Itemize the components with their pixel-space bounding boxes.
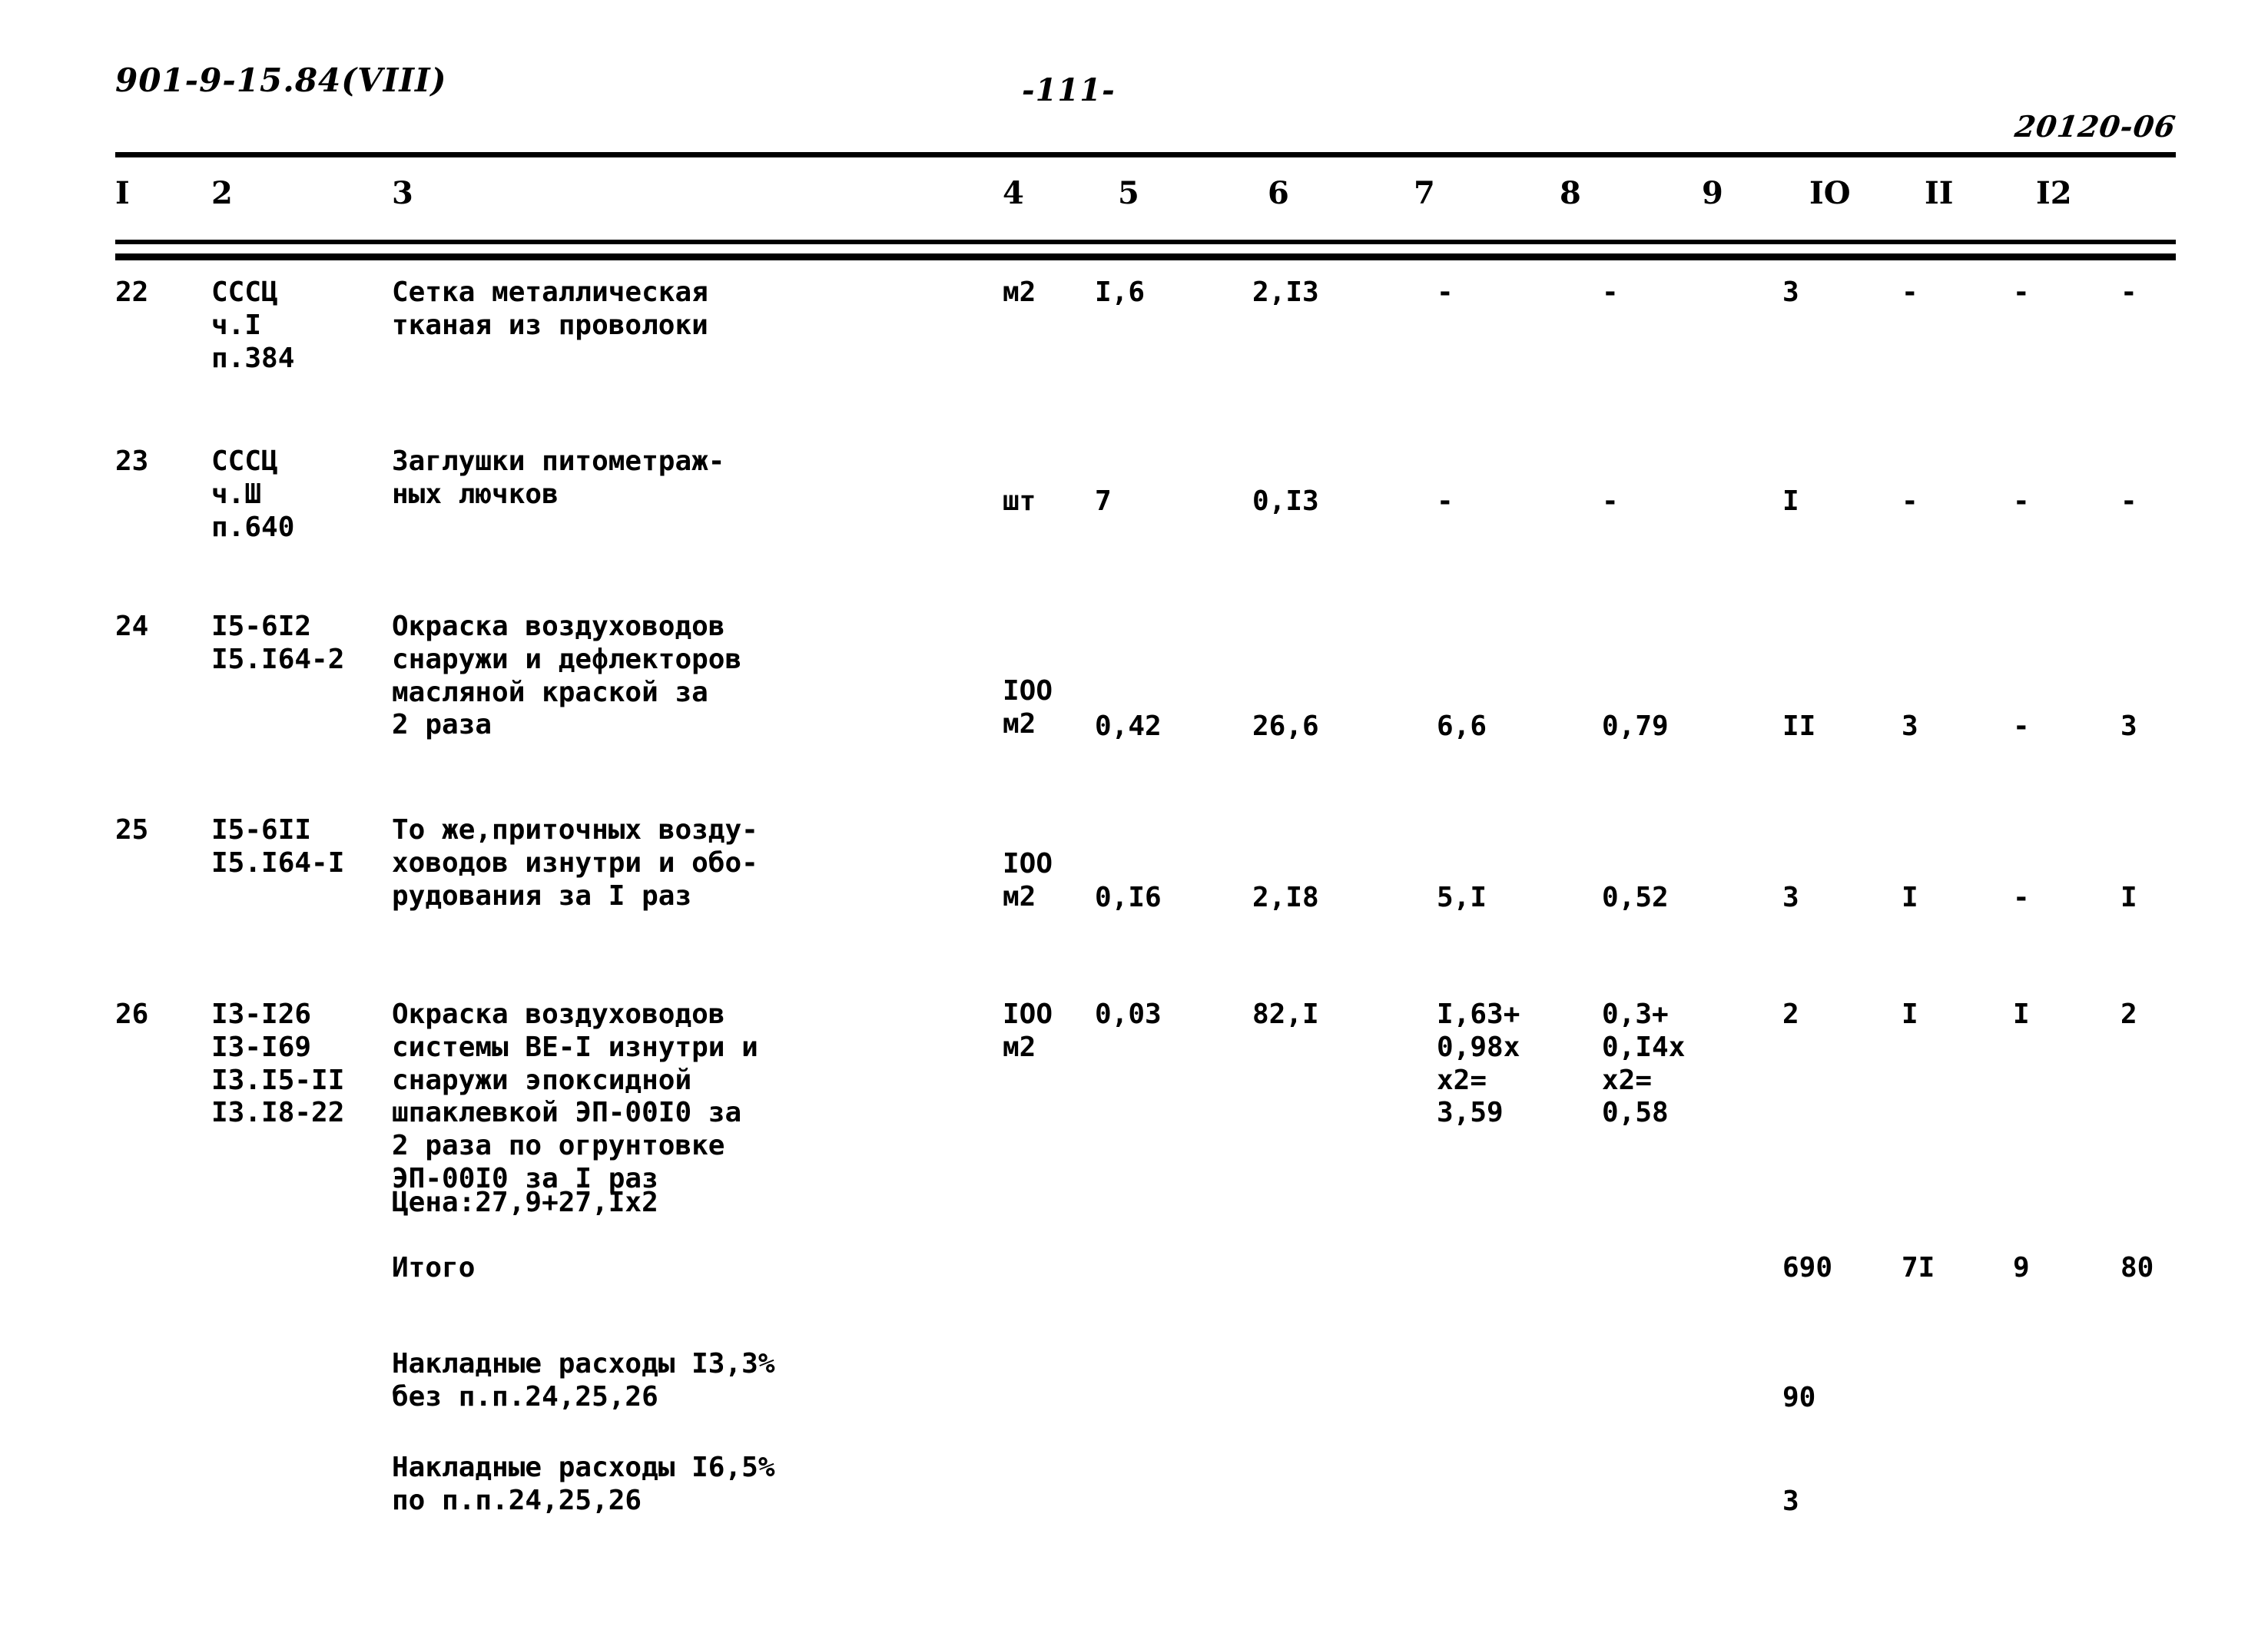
row-unit: IOO м2 — [1003, 675, 1053, 740]
column-header-12: I2 — [2036, 175, 2072, 211]
table-top-rule — [115, 152, 2176, 157]
row-code: СССЦ ч.I п.384 — [211, 277, 295, 374]
row-col11: - — [2013, 277, 2030, 308]
row-col12: 3 — [2120, 711, 2137, 742]
summary-col12: 80 — [2120, 1252, 2154, 1284]
row-col12: 2 — [2120, 999, 2137, 1030]
row-number: 25 — [115, 814, 149, 846]
row-col10: I — [1902, 882, 1918, 913]
table-header-double-rule — [115, 253, 2176, 260]
page-header: 901-9-15.84(VIII) -111- 20120-06 — [115, 61, 2179, 146]
row-col11: - — [2013, 882, 2030, 913]
row-col9: II — [1782, 711, 1816, 742]
document-page: 901-9-15.84(VIII) -111- 20120-06 I 2 3 4… — [0, 0, 2268, 1633]
column-header-2: 2 — [211, 175, 233, 211]
row-col11: I — [2013, 999, 2030, 1030]
row-col11: - — [2013, 711, 2030, 742]
row-col12: - — [2120, 277, 2137, 308]
row-number: 23 — [115, 446, 149, 477]
row-unit: IOO м2 — [1003, 999, 1053, 1063]
summary-col11: 9 — [2013, 1252, 2030, 1284]
row-col8: 0,52 — [1602, 882, 1669, 913]
row-col5: 0,03 — [1095, 999, 1162, 1030]
column-header-1: I — [115, 175, 130, 211]
row-col11: - — [2013, 485, 2030, 517]
row-col10: I — [1902, 999, 1918, 1030]
table-header-rule — [115, 240, 2176, 244]
row-col9: 3 — [1782, 882, 1799, 913]
row-col7: - — [1437, 485, 1454, 517]
row-number: 26 — [115, 999, 149, 1030]
row-col10: 3 — [1902, 711, 1918, 742]
summary-row-overhead-b: Накладные расходы I6,5% по п.п.24,25,26 … — [115, 1452, 2174, 1555]
summary-row-total: Итого 690 7I 9 80 — [115, 1252, 2174, 1348]
row-code: I5-6I2 I5.I64-2 — [211, 611, 345, 675]
row-code: СССЦ ч.Ш п.640 — [211, 446, 295, 543]
column-header-5: 5 — [1118, 175, 1139, 211]
column-header-3: 3 — [392, 175, 413, 211]
row-col8: - — [1602, 485, 1619, 517]
row-col9: 3 — [1782, 277, 1799, 308]
row-number: 22 — [115, 277, 149, 308]
row-col5: 7 — [1095, 485, 1112, 517]
row-col9: 2 — [1782, 999, 1799, 1030]
row-col7: - — [1437, 277, 1454, 308]
table-row: 26 I3-I26 I3-I69 I3.I5-II I3.I8-22 Окрас… — [115, 999, 2174, 1252]
summary-row-overhead-a: Накладные расходы I3,3% без п.п.24,25,26… — [115, 1348, 2174, 1452]
row-col10: - — [1902, 485, 1918, 517]
row-price-note: Цена:27,9+27,Iх2 — [392, 1187, 658, 1218]
row-code: I3-I26 I3-I69 I3.I5-II I3.I8-22 — [211, 999, 345, 1129]
column-header-6: 6 — [1268, 175, 1289, 211]
row-col6: 2,I3 — [1252, 277, 1319, 308]
summary-col9: 3 — [1782, 1486, 1799, 1517]
row-col7: I,63+ 0,98х х2= 3,59 — [1437, 999, 1520, 1129]
row-col8: 0,79 — [1602, 711, 1669, 742]
row-col12: - — [2120, 485, 2137, 517]
row-col7: 5,I — [1437, 882, 1487, 913]
summary-col9: 90 — [1782, 1382, 1816, 1413]
row-col6: 0,I3 — [1252, 485, 1319, 517]
table-row: 23 СССЦ ч.Ш п.640 Заглушки питометраж- н… — [115, 446, 2174, 611]
row-col6: 2,I8 — [1252, 882, 1319, 913]
row-col5: 0,I6 — [1095, 882, 1162, 913]
row-col10: - — [1902, 277, 1918, 308]
row-col9: I — [1782, 485, 1799, 517]
column-header-11: II — [1925, 175, 1954, 211]
column-header-10: IO — [1809, 175, 1851, 211]
row-col6: 26,6 — [1252, 711, 1319, 742]
table-row: 24 I5-6I2 I5.I64-2 Окраска воздуховодов … — [115, 611, 2174, 814]
row-col12: I — [2120, 882, 2137, 913]
row-unit: шт — [1003, 485, 1036, 517]
row-col7: 6,6 — [1437, 711, 1487, 742]
row-description: Окраска воздуховодов системы ВЕ-I изнутр… — [392, 999, 758, 1195]
column-header-7: 7 — [1414, 175, 1435, 211]
stamp-code: 20120-06 — [2012, 109, 2179, 144]
row-col6: 82,I — [1252, 999, 1319, 1030]
row-description: Заглушки питометраж- ных лючков — [392, 446, 725, 510]
table-row: 25 I5-6II I5.I64-I То же,приточных возду… — [115, 814, 2174, 999]
summary-label: Накладные расходы I6,5% по п.п.24,25,26 — [392, 1452, 775, 1516]
summary-label: Накладные расходы I3,3% без п.п.24,25,26 — [392, 1348, 775, 1413]
column-header-4: 4 — [1003, 175, 1024, 211]
document-code: 901-9-15.84(VIII) — [115, 61, 447, 99]
row-description: Окраска воздуховодов снаружи и дефлектор… — [392, 611, 742, 741]
row-unit: м2 — [1003, 277, 1036, 308]
row-number: 24 — [115, 611, 149, 642]
row-col8: 0,3+ 0,I4х х2= 0,58 — [1602, 999, 1686, 1129]
row-col5: 0,42 — [1095, 711, 1162, 742]
row-col5: I,6 — [1095, 277, 1146, 308]
row-col8: - — [1602, 277, 1619, 308]
column-header-9: 9 — [1702, 175, 1723, 211]
row-description: То же,приточных возду- ховодов изнутри и… — [392, 814, 758, 912]
row-code: I5-6II I5.I64-I — [211, 814, 345, 879]
summary-col10: 7I — [1902, 1252, 1935, 1284]
table-row: 22 СССЦ ч.I п.384 Сетка металлическая тк… — [115, 277, 2174, 446]
page-number: -111- — [1022, 72, 1116, 108]
estimate-table: 22 СССЦ ч.I п.384 Сетка металлическая тк… — [115, 277, 2174, 1555]
row-description: Сетка металлическая тканая из проволоки — [392, 277, 708, 341]
row-unit: IOO м2 — [1003, 848, 1053, 913]
summary-col9: 690 — [1782, 1252, 1833, 1284]
summary-label: Итого — [392, 1252, 476, 1284]
column-header-8: 8 — [1560, 175, 1581, 211]
